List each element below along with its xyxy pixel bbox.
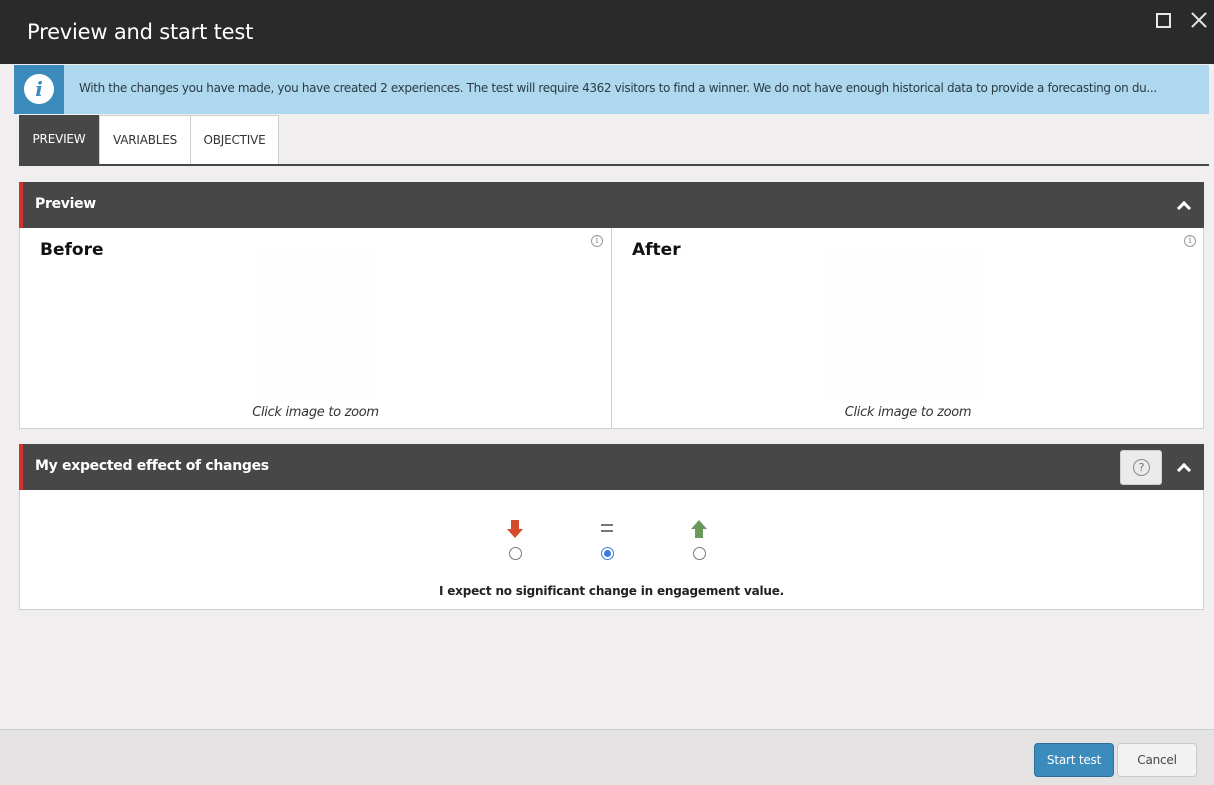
- radio-decrease[interactable]: [509, 547, 522, 560]
- before-preview-image[interactable]: [258, 252, 374, 402]
- chevron-up-icon[interactable]: [1176, 461, 1190, 475]
- tab-objective[interactable]: OBJECTIVE: [190, 115, 279, 164]
- tab-preview[interactable]: PREVIEW: [19, 115, 99, 164]
- start-test-button[interactable]: Start test: [1034, 743, 1114, 777]
- dialog-titlebar: Preview and start test: [0, 0, 1214, 64]
- dialog-footer: Start test Cancel: [0, 729, 1214, 785]
- before-caption: Click image to zoom: [252, 405, 379, 420]
- maximize-button[interactable]: [1152, 10, 1174, 32]
- effect-description: I expect no significant change in engage…: [438, 584, 785, 598]
- info-icon-box: i: [14, 65, 64, 114]
- radio-increase[interactable]: [693, 547, 706, 560]
- option-increase: [689, 520, 709, 560]
- info-icon[interactable]: i: [1184, 235, 1196, 247]
- radio-no-change[interactable]: [601, 547, 614, 560]
- tab-bar: PREVIEW VARIABLES OBJECTIVE: [19, 115, 1209, 166]
- equal-icon: [597, 520, 617, 540]
- question-icon: ?: [1133, 459, 1150, 476]
- after-heading: After: [632, 240, 681, 260]
- maximize-icon: [1156, 13, 1171, 28]
- arrow-down-icon: [505, 520, 525, 540]
- close-button[interactable]: [1188, 10, 1210, 32]
- effect-section-header[interactable]: My expected effect of changes ?: [19, 444, 1204, 490]
- before-pane: Before i Click image to zoom: [20, 228, 612, 428]
- preview-section-header[interactable]: Preview: [19, 182, 1204, 228]
- effect-section-body: I expect no significant change in engage…: [19, 490, 1204, 610]
- chevron-up-icon[interactable]: [1176, 199, 1190, 213]
- cancel-button[interactable]: Cancel: [1117, 743, 1197, 777]
- option-no-change: [597, 520, 617, 560]
- preview-section-title: Preview: [35, 196, 96, 212]
- dialog-title: Preview and start test: [27, 20, 254, 44]
- arrow-up-icon: [689, 520, 709, 540]
- after-pane: After i Click image to zoom: [612, 228, 1204, 428]
- tab-variables[interactable]: VARIABLES: [99, 115, 191, 164]
- after-preview-image[interactable]: [826, 252, 984, 402]
- info-banner: i With the changes you have made, you ha…: [14, 65, 1209, 114]
- effect-section-title: My expected effect of changes: [35, 458, 269, 474]
- info-message: With the changes you have made, you have…: [79, 81, 1157, 95]
- info-icon[interactable]: i: [591, 235, 603, 247]
- before-heading: Before: [40, 240, 104, 260]
- after-caption: Click image to zoom: [844, 405, 972, 420]
- info-icon: i: [24, 74, 54, 104]
- option-decrease: [505, 520, 525, 560]
- help-button[interactable]: ?: [1120, 450, 1162, 485]
- preview-section-body: Before i Click image to zoom After i Cli…: [19, 228, 1204, 429]
